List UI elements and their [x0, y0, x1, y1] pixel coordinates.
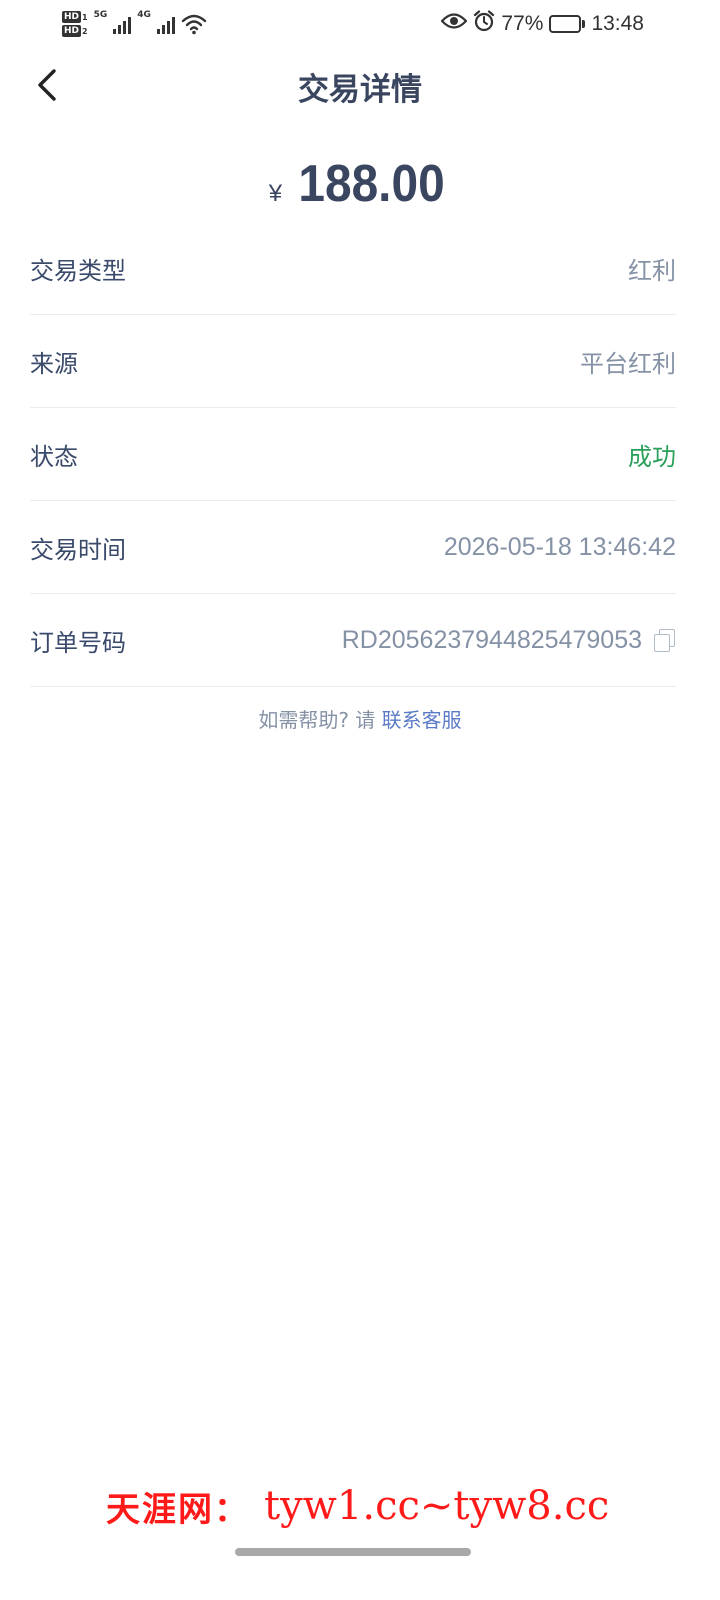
wifi-icon [181, 13, 207, 35]
signal-icon [156, 14, 175, 34]
detail-value: 2026-05-18 13:46:42 [443, 532, 676, 561]
status-bar-right: 77% 13:48 [440, 10, 644, 38]
clock-time: 13:48 [591, 12, 644, 35]
detail-label: 交易时间 [30, 535, 126, 564]
network-type-1: 5G [93, 10, 108, 20]
status-bar-left: HD 1 HD 2 5G 4G [62, 6, 207, 42]
detail-row-source: 来源 平台红利 [30, 315, 676, 408]
amount-value: 188.00 [298, 155, 445, 213]
detail-label: 交易类型 [30, 256, 126, 285]
watermark: 天涯网： tyw1.cc~tyw8.cc [106, 1478, 609, 1534]
detail-list: 交易类型 红利 来源 平台红利 状态 成功 交易时间 2026-05-18 13… [30, 222, 676, 687]
copy-icon[interactable] [654, 629, 676, 652]
alarm-icon [473, 10, 495, 38]
detail-label: 状态 [30, 442, 78, 471]
detail-row-time: 交易时间 2026-05-18 13:46:42 [30, 501, 676, 594]
status-bar: HD 1 HD 2 5G 4G 77% 13:48 [0, 0, 720, 48]
battery-icon [549, 15, 586, 33]
signal-icon [113, 14, 132, 34]
currency-symbol: ¥ [268, 180, 283, 207]
nav-bar: 交易详情 [0, 48, 720, 122]
sim2-hd-badge: HD [62, 25, 82, 37]
sim2-indicator: HD 2 [62, 25, 88, 37]
page-title: 交易详情 [298, 72, 422, 108]
sim-indicators: HD 1 HD 2 [62, 11, 88, 37]
sim1-hd-badge: HD [62, 11, 82, 23]
sim2-index: 2 [82, 26, 88, 36]
home-indicator[interactable] [235, 1548, 471, 1556]
network-type-2: 4G [137, 10, 151, 20]
sim1-index: 1 [82, 12, 88, 22]
status-value: 成功 [628, 442, 676, 471]
detail-value: 红利 [628, 256, 676, 285]
watermark-url: tyw1.cc~tyw8.cc [264, 1483, 610, 1529]
battery-percent: 77% [501, 12, 544, 35]
detail-label: 来源 [30, 349, 78, 378]
help-text: 如需帮助? 请 联系客服 [0, 704, 720, 733]
help-prefix: 如需帮助? 请 [258, 708, 376, 732]
contact-support-link[interactable]: 联系客服 [382, 708, 462, 732]
detail-row-order-number: 订单号码 RD2056237944825479053 [30, 594, 676, 687]
detail-value: 平台红利 [580, 349, 676, 378]
detail-row-type: 交易类型 红利 [30, 222, 676, 315]
eye-icon [440, 12, 468, 36]
watermark-site-name: 天涯网： [106, 1489, 250, 1530]
order-number-value: RD2056237944825479053 [341, 625, 642, 654]
detail-label: 订单号码 [30, 628, 126, 657]
detail-row-status: 状态 成功 [30, 408, 676, 501]
order-number-wrap: RD2056237944825479053 [342, 626, 676, 655]
transaction-amount: ¥ 188.00 [0, 154, 720, 220]
sim1-indicator: HD 1 [62, 11, 88, 23]
